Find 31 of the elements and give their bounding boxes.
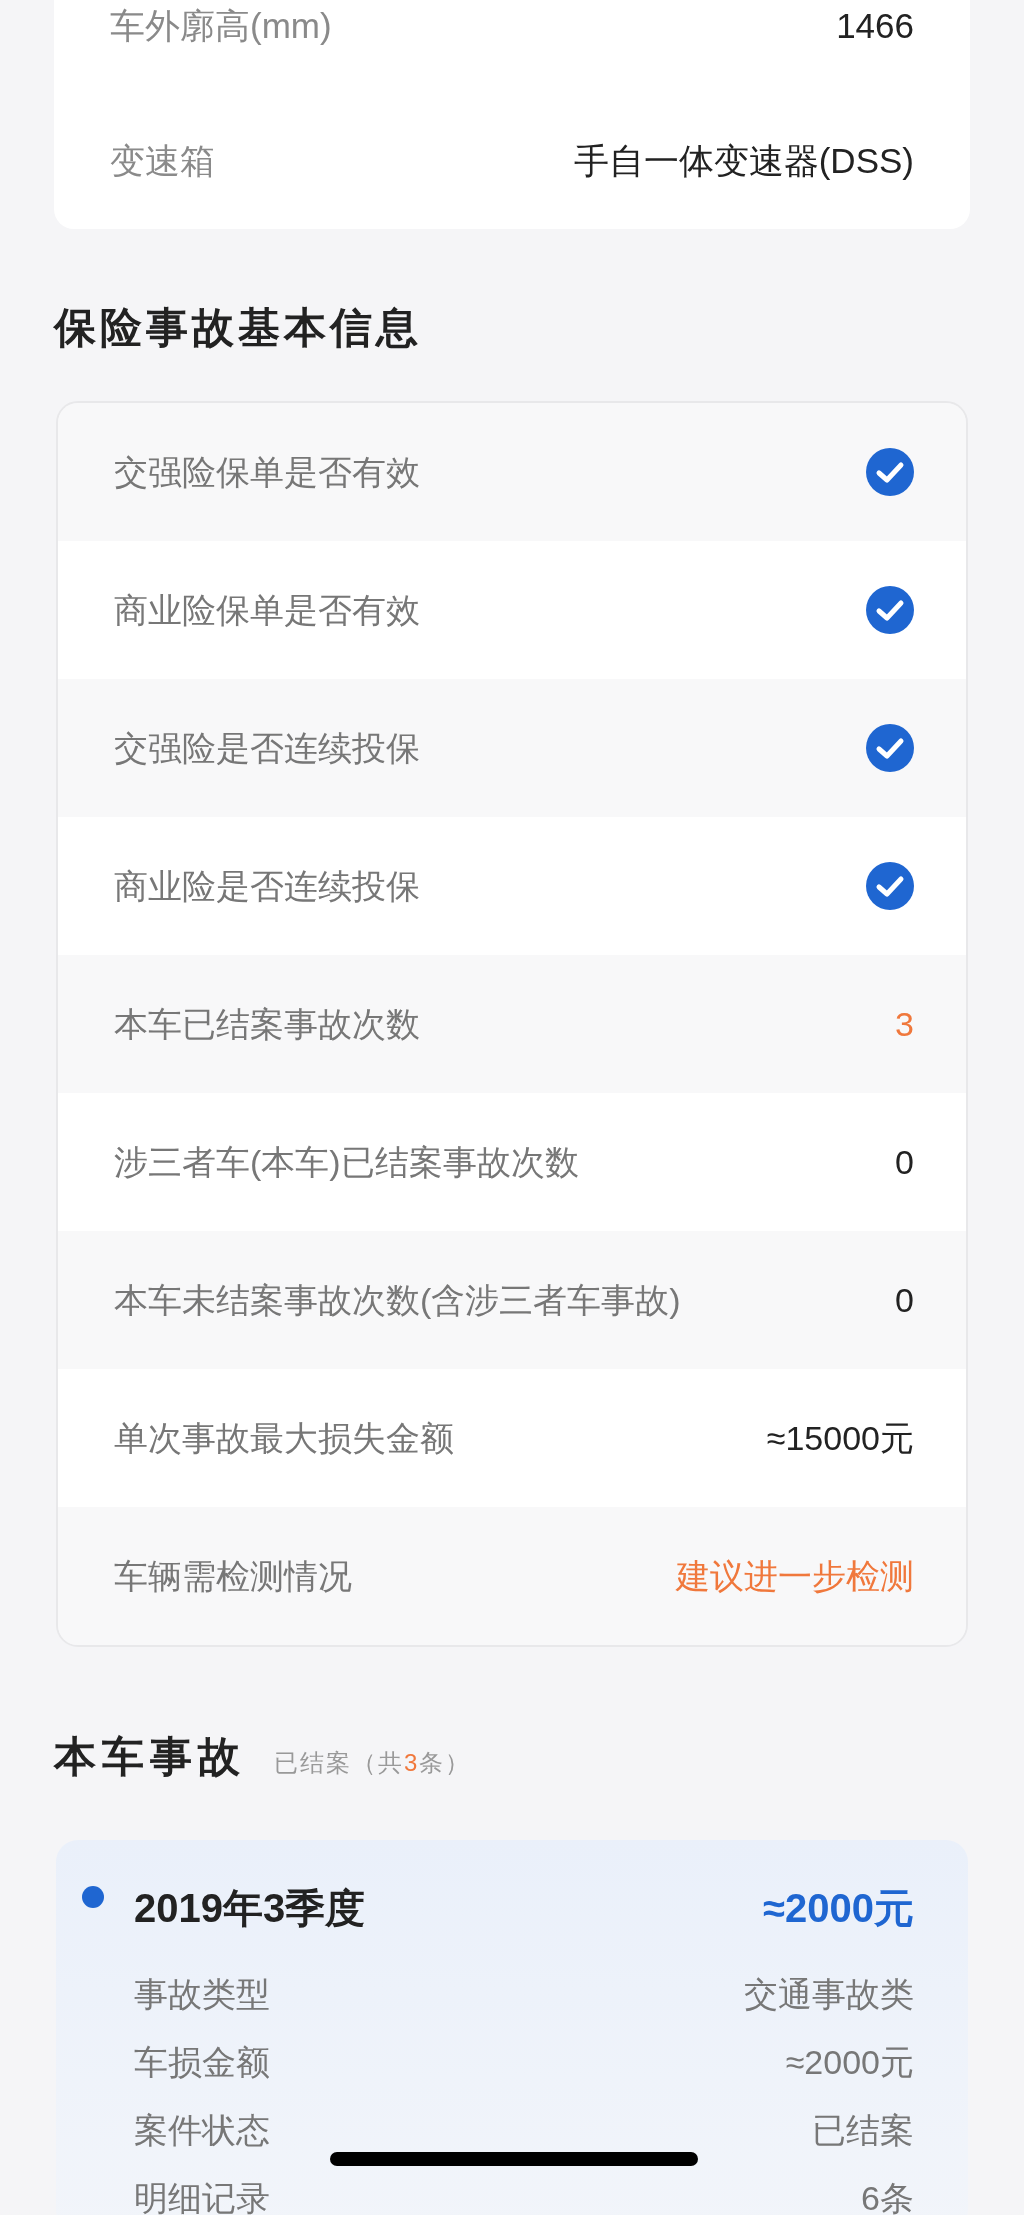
- row-label: 涉三者车(本车)已结案事故次数: [114, 1141, 579, 1183]
- detail-value: 交通事故类: [744, 1973, 914, 2015]
- detail-value: 已结案: [812, 2109, 914, 2151]
- detail-label: 事故类型: [134, 1973, 270, 2015]
- row-label: 交强险保单是否有效: [114, 451, 420, 493]
- section-title: 保险事故基本信息: [54, 307, 423, 349]
- row-value: 建议进一步检测: [676, 1555, 914, 1597]
- row-label: 商业险是否连续投保: [114, 865, 420, 907]
- detail-value: 6条: [861, 2177, 914, 2215]
- detail-label: 明细记录: [134, 2177, 270, 2215]
- spec-value: 1466: [836, 4, 914, 47]
- spec-value: 手自一体变速器(DSS): [573, 139, 914, 182]
- row-label: 车辆需检测情况: [114, 1555, 352, 1597]
- detail-label: 车损金额: [134, 2041, 270, 2083]
- row-label: 交强险是否连续投保: [114, 727, 420, 769]
- row-value: 0: [895, 1279, 914, 1321]
- row-label: 本车已结案事故次数: [114, 1003, 420, 1045]
- row-value: 0: [895, 1141, 914, 1183]
- detail-label: 案件状态: [134, 2109, 270, 2151]
- spec-label: 车外廓高(mm): [110, 4, 332, 47]
- row-label: 本车未结案事故次数(含涉三者车事故): [114, 1279, 681, 1321]
- spec-label: 变速箱: [110, 139, 215, 182]
- detail-value: ≈2000元: [785, 2041, 914, 2083]
- section-title: 本车事故: [54, 1732, 246, 1782]
- accident-period: 2019年3季度: [133, 1885, 366, 1932]
- row-value: ≈15000元: [766, 1417, 914, 1459]
- section-subtitle: 已结案（共3条）: [274, 1748, 472, 1778]
- row-value: 3: [895, 1003, 914, 1045]
- row-label: 单次事故最大损失金额: [114, 1417, 454, 1459]
- accident-amount: ≈2000元: [763, 1885, 914, 1932]
- row-label: 商业险保单是否有效: [114, 589, 420, 631]
